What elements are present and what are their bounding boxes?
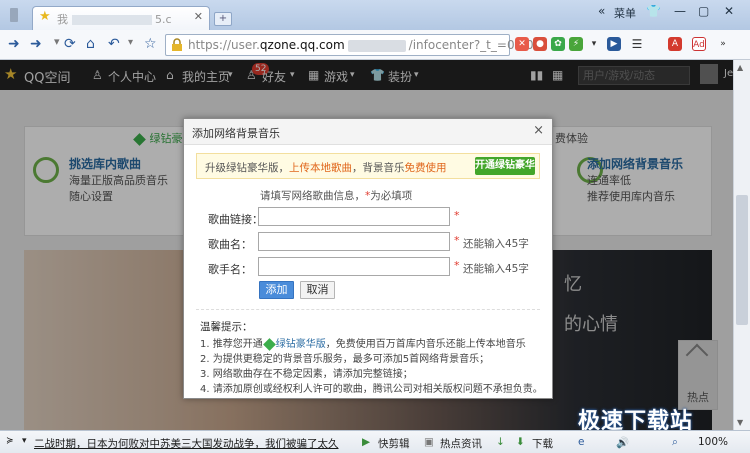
- open-vip-button[interactable]: 开通绿钻豪华: [475, 157, 535, 175]
- dialog-divider: [196, 309, 540, 310]
- skin-icon[interactable]: 👕: [646, 4, 661, 18]
- diamond-icon: [262, 337, 276, 351]
- lock-icon: [172, 38, 182, 51]
- more-icon[interactable]: ☰: [630, 37, 644, 51]
- maximize-icon[interactable]: ▢: [698, 4, 709, 18]
- song-link-input[interactable]: [258, 207, 450, 226]
- dialog-header: 添加网络背景音乐 ×: [184, 119, 552, 145]
- status-collapse-icon[interactable]: ≽: [6, 436, 14, 446]
- status-quickcut[interactable]: 快剪辑: [378, 436, 410, 451]
- tip-4: 4. 请添加原创或经权利人许可的歌曲，腾讯公司对相关版权问题不承担负责。: [200, 384, 543, 395]
- go-icon[interactable]: ▶: [607, 37, 621, 51]
- undo-icon[interactable]: ↶: [108, 36, 120, 52]
- status-dropdown-icon[interactable]: ▾: [22, 436, 27, 446]
- zoom-search-icon[interactable]: ⌕: [672, 436, 678, 449]
- song-link-required: *: [454, 209, 460, 222]
- home-icon[interactable]: ⌂: [86, 36, 95, 52]
- address-bar[interactable]: https://user.qzone.qq.com/infocenter?_t_…: [165, 34, 541, 56]
- back-icon[interactable]: ➜: [8, 36, 20, 52]
- song-name-input[interactable]: [258, 232, 450, 251]
- toolbar-overflow-icon[interactable]: »: [716, 37, 730, 51]
- page-scrollbar[interactable]: ▲ ▼: [733, 60, 750, 430]
- extension-green-icon[interactable]: ✿: [551, 37, 565, 51]
- tab-title: 我 5.c: [57, 13, 172, 26]
- forward-dropdown-icon[interactable]: ▾: [54, 35, 60, 48]
- vip-link[interactable]: 绿钻豪华版: [276, 339, 326, 350]
- browser-tab-bar: ★ 我 5.c ✕ + « 菜单 👕 — ▢ ✕: [0, 0, 750, 30]
- song-name-label: 歌曲名：: [208, 238, 252, 251]
- sidebar-toggle-icon[interactable]: [10, 8, 18, 22]
- browser-tab[interactable]: ★ 我 5.c ✕: [32, 6, 210, 30]
- singer-name-required: *: [454, 259, 460, 272]
- upgrade-banner: 升级绿钻豪华版，上传本地歌曲，背景音乐免费使用 开通绿钻豪华: [196, 153, 540, 179]
- new-tab-button[interactable]: +: [214, 12, 232, 26]
- add-button[interactable]: 添加: [259, 281, 294, 299]
- close-icon[interactable]: ×: [533, 123, 544, 138]
- tip-3: 3. 网络歌曲存在不稳定因素，请添加完整链接；: [200, 369, 413, 380]
- ie-icon[interactable]: e: [578, 436, 584, 448]
- browser-nav-bar: ➜ ➜ ▾ ⟳ ⌂ ↶ ▾ ☆ https://user.qzone.qq.co…: [0, 30, 750, 60]
- cancel-button[interactable]: 取消: [300, 281, 335, 299]
- ad-icon[interactable]: Ad: [692, 37, 706, 51]
- tip-2: 2. 为提供更稳定的背景音乐服务，最多可添加5首网络背景音乐；: [200, 354, 490, 365]
- collapse-icon[interactable]: «: [598, 4, 605, 18]
- address-dropdown-icon[interactable]: ▾: [587, 37, 601, 51]
- tab-close-icon[interactable]: ✕: [194, 10, 203, 23]
- adblock-icon[interactable]: A: [668, 37, 682, 51]
- hot-news-icon[interactable]: ▣: [424, 436, 434, 448]
- browser-status-bar: ≽ ▾ 二战时期，日本为何败对中苏美三大国发动战争，我们被骗了太久 ▶ 快剪辑 …: [0, 430, 750, 453]
- status-news-link[interactable]: 二战时期，日本为何败对中苏美三大国发动战争，我们被骗了太久: [34, 436, 339, 451]
- extension-block-icon[interactable]: ✕: [515, 37, 529, 51]
- song-name-required: *: [454, 234, 460, 247]
- scrollbar-thumb[interactable]: [736, 195, 748, 325]
- sound-icon[interactable]: 🔊: [616, 436, 629, 449]
- undo-dropdown-icon[interactable]: ▾: [128, 37, 133, 48]
- quickcut-icon[interactable]: ▶: [362, 436, 370, 448]
- tips-title: 温馨提示：: [200, 321, 253, 333]
- add-music-dialog: 添加网络背景音乐 × 升级绿钻豪华版，上传本地歌曲，背景音乐免费使用 开通绿钻豪…: [183, 118, 553, 399]
- status-hot-news[interactable]: 热点资讯: [440, 436, 482, 451]
- minimize-icon[interactable]: —: [674, 4, 686, 18]
- status-zoom[interactable]: 100%: [698, 436, 728, 448]
- song-name-limit: 还能输入45字: [463, 238, 529, 250]
- favorite-icon[interactable]: ☆: [144, 36, 157, 52]
- scroll-down-icon[interactable]: ▼: [737, 418, 743, 427]
- scroll-up-icon[interactable]: ▲: [737, 63, 743, 72]
- status-download[interactable]: 下载: [532, 436, 553, 451]
- forward-icon[interactable]: ➜: [30, 36, 42, 52]
- singer-name-label: 歌手名：: [208, 263, 252, 276]
- dialog-title: 添加网络背景音乐: [192, 127, 280, 140]
- refresh-icon[interactable]: ⟳: [64, 36, 76, 52]
- form-hint: 请填写网络歌曲信息，*为必填项: [260, 190, 413, 202]
- extension-lightning-icon[interactable]: ⚡: [569, 37, 583, 51]
- download-icon[interactable]: ⬇: [516, 436, 525, 448]
- star-icon: ★: [39, 9, 51, 24]
- upgrade-text: 升级绿钻豪华版，上传本地歌曲，背景音乐免费使用: [205, 162, 447, 174]
- status-download-arrow-icon[interactable]: ↓: [496, 436, 505, 448]
- singer-name-limit: 还能输入45字: [463, 263, 529, 275]
- window-close-icon[interactable]: ✕: [724, 4, 734, 18]
- song-link-label: 歌曲链接：: [208, 213, 263, 226]
- menu-button[interactable]: 菜单: [614, 5, 636, 21]
- singer-name-input[interactable]: [258, 257, 450, 276]
- extension-record-icon[interactable]: ●: [533, 37, 547, 51]
- address-url: https://user.qzone.qq.com/infocenter?_t_…: [188, 38, 542, 52]
- tip-1: 1. 推荐您开通 绿钻豪华版，免费使用百万首库内音乐还能上传本地音乐: [200, 337, 526, 351]
